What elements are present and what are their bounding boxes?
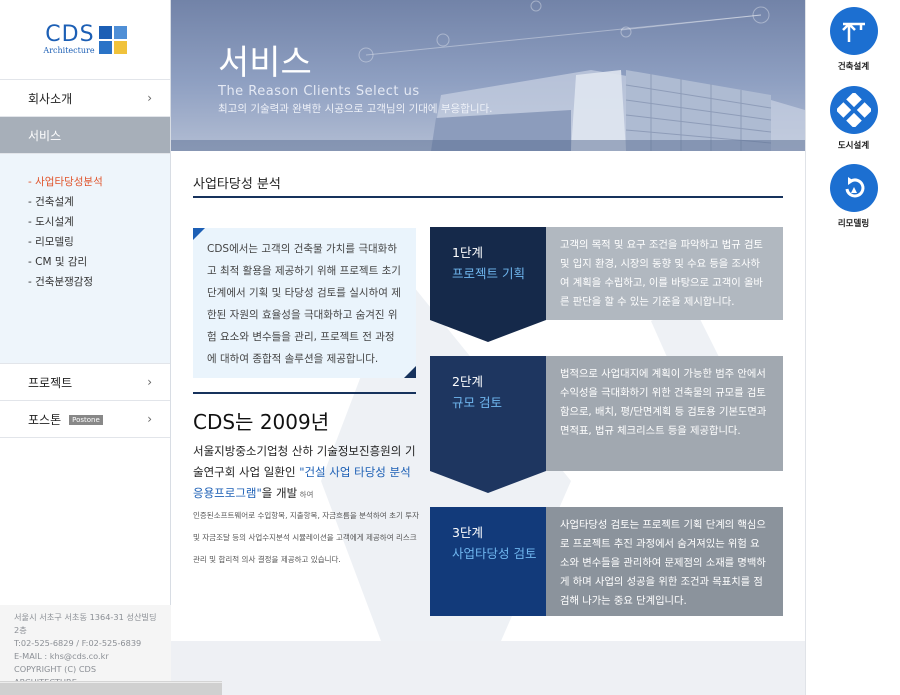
scrollbar-thumb[interactable]	[0, 683, 222, 695]
submenu-item-dispute[interactable]: - 건축분쟁감정	[28, 272, 170, 292]
quick-link-architecture[interactable]: 건축설계	[806, 7, 900, 72]
sidebar-item-label: 프로젝트	[28, 375, 73, 390]
main-content: 사업타당성 분석 CDS에서는 고객의 건축물 가치를 극대화하고 최적 활용을…	[171, 151, 805, 641]
horizontal-scrollbar[interactable]	[0, 681, 222, 695]
chevron-right-icon: ›	[147, 91, 152, 105]
step-name: 규모 검토	[452, 395, 502, 410]
banner-title: 서비스	[218, 43, 312, 83]
banner-subtitle: The Reason Clients Select us	[218, 84, 420, 99]
chevron-right-icon: ›	[147, 375, 152, 389]
submenu-item-urban-design[interactable]: - 도시설계	[28, 212, 170, 232]
step-arrow	[430, 471, 546, 493]
quick-label: 도시설계	[837, 141, 870, 151]
sidebar-item-company[interactable]: 회사소개 ›	[0, 80, 170, 117]
step-card-1: 1단계 프로젝트 기획 고객의 목적 및 요구 조건을 파악하고 법규 검토 및…	[430, 227, 783, 342]
remodel-icon	[829, 164, 878, 212]
step-text: 법적으로 사업대지에 계획이 가능한 범주 안에서 수익성을 극대화하기 위한 …	[546, 356, 783, 471]
step-number: 2단계	[452, 374, 483, 389]
sidebar-item-postone[interactable]: 포스톤 Postone ›	[0, 401, 170, 438]
sidebar-item-projects[interactable]: 프로젝트 ›	[0, 364, 170, 401]
logo-brand: CDS	[45, 21, 95, 47]
sidebar-item-label: 회사소개	[28, 91, 73, 106]
step-label: 2단계 규모 검토	[430, 356, 546, 493]
submenu-item-cm[interactable]: - CM 및 감리	[28, 252, 170, 272]
since-heading: CDS는 2009년	[193, 410, 330, 434]
quick-label: 리모델링	[837, 219, 870, 229]
logo-mark-icon	[98, 25, 127, 54]
quick-link-remodeling[interactable]: 리모델링	[806, 164, 900, 229]
quick-label: 건축설계	[837, 62, 870, 72]
corner-accent	[193, 228, 205, 240]
since-suffix: 하여	[297, 490, 314, 499]
corner-accent	[404, 366, 416, 378]
step-card-3: 3단계 사업타당성 검토 사업타당성 검토는 프로젝트 기획 단계의 핵심으로 …	[430, 507, 783, 616]
footer-email: E-MAIL : khs@cds.co.kr	[14, 651, 109, 661]
sidebar-item-label: 서비스	[28, 128, 62, 143]
submenu-item-remodeling[interactable]: - 리모델링	[28, 232, 170, 252]
step-text: 사업타당성 검토는 프로젝트 기획 단계의 핵심으로 프로젝트 추진 과정에서 …	[546, 507, 783, 616]
quick-menu: 건축설계 도시설계 리모델링	[805, 0, 900, 695]
intro-divider	[193, 392, 416, 394]
logo-sub: Architecture	[43, 45, 95, 55]
banner-description: 최고의 기술력과 완벽한 시공으로 고객님의 기대에 부응합니다.	[218, 103, 493, 115]
city-map-icon	[829, 86, 878, 134]
step-card-2: 2단계 규모 검토 법적으로 사업대지에 계획이 가능한 범주 안에서 수익성을…	[430, 356, 783, 493]
page-title: 사업타당성 분석	[193, 177, 281, 192]
intro-box: CDS에서는 고객의 건축물 가치를 극대화하고 최적 활용을 제공하기 위해 …	[193, 228, 416, 378]
title-divider	[193, 196, 783, 198]
services-submenu: - 사업타당성분석 - 건축설계 - 도시설계 - 리모델링 - CM 및 감리…	[0, 154, 170, 364]
since-body: 서울지방중소기업청 산하 기술정보진흥원의 기술연구회 사업 일환인 "건설 사…	[193, 441, 418, 505]
submenu-item-architecture[interactable]: - 건축설계	[28, 192, 170, 212]
sidebar-item-label: 포스톤	[28, 412, 62, 427]
since-detail: 인증된소프트웨어로 수입항목, 지출항목, 자금흐름을 분석하여 초기 투자 및…	[193, 511, 420, 564]
footer-phone: T:02-525-6829 / F:02-525-6839	[14, 638, 142, 648]
step-number: 3단계	[452, 525, 483, 540]
logo[interactable]: CDS Architecture	[0, 0, 170, 80]
since-line: 을 개발	[261, 486, 298, 500]
chevron-right-icon: ›	[147, 412, 152, 426]
postone-badge: Postone	[69, 415, 103, 425]
step-arrow	[430, 320, 546, 342]
quick-link-urban-design[interactable]: 도시설계	[806, 86, 900, 151]
sidebar-item-services[interactable]: 서비스	[0, 117, 170, 154]
step-label: 1단계 프로젝트 기획	[430, 227, 546, 342]
footer-address: 서울시 서초구 서초동 1364-31 성산빌딩 2층	[14, 612, 157, 635]
step-label: 3단계 사업타당성 검토	[430, 507, 546, 616]
step-name: 프로젝트 기획	[452, 266, 525, 281]
hero-banner: 서비스 The Reason Clients Select us 최고의 기술력…	[171, 0, 805, 151]
crane-icon	[829, 7, 878, 55]
step-text: 고객의 목적 및 요구 조건을 파악하고 법규 검토 및 입지 환경, 시장의 …	[546, 227, 783, 320]
step-number: 1단계	[452, 245, 483, 260]
submenu-item-feasibility[interactable]: - 사업타당성분석	[28, 172, 170, 192]
sidebar: CDS Architecture 회사소개 › 서비스 - 사업타당성분석 - …	[0, 0, 171, 695]
step-name: 사업타당성 검토	[452, 546, 537, 561]
intro-text: CDS에서는 고객의 건축물 가치를 극대화하고 최적 활용을 제공하기 위해 …	[207, 243, 401, 365]
